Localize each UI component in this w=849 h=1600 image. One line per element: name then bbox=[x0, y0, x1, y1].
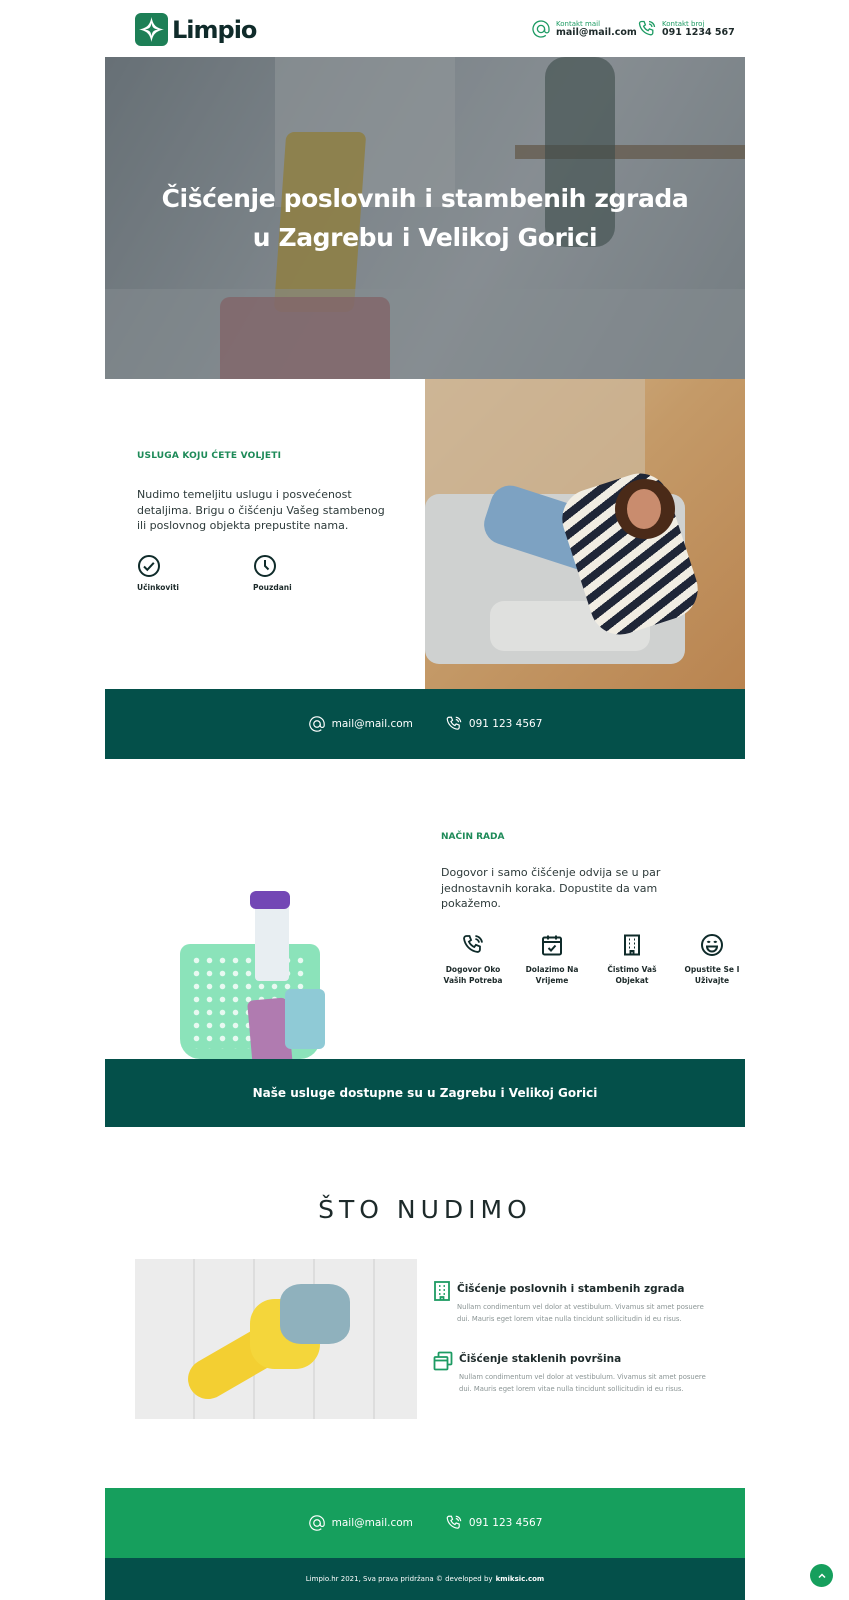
method-eyebrow: NAČIN RADA bbox=[441, 832, 505, 842]
logo[interactable]: Limpio bbox=[135, 13, 257, 46]
feature-efficient-label: Učinkoviti bbox=[137, 583, 180, 592]
hero-title-line1: Čišćenje poslovnih i stambenih zgrada bbox=[161, 184, 689, 213]
step-relax: Opustite Se I Uživajte bbox=[677, 933, 747, 986]
footer-copyright: Limpio.hr 2021, Sva prava pridržana © de… bbox=[305, 1575, 493, 1583]
offer-item-buildings-description: Nullam condimentum vel dolor at vestibul… bbox=[457, 1303, 704, 1323]
hero-title-line2: u Zagrebu i Velikoj Gorici bbox=[252, 223, 598, 252]
step-agreement: Dogovor Oko Vaših Potreba bbox=[438, 933, 508, 986]
windows-icon bbox=[433, 1351, 453, 1371]
check-circle-icon bbox=[137, 554, 161, 578]
phone-ringing-icon bbox=[461, 933, 485, 957]
contact-band-phone[interactable]: 091 123 4567 bbox=[445, 715, 542, 733]
diamond-star-icon bbox=[135, 13, 168, 46]
hero-title: Čišćenje poslovnih i stambenih zgrada u … bbox=[105, 179, 745, 257]
at-icon bbox=[308, 715, 326, 733]
footer-developer-link[interactable]: kmiksic.com bbox=[496, 1575, 545, 1583]
contact-mail-value: mail@mail.com bbox=[556, 26, 637, 38]
method-description: Dogovor i samo čišćenje odvija se u par … bbox=[441, 866, 661, 910]
calendar-check-icon bbox=[540, 933, 564, 957]
phone-ringing-icon bbox=[445, 1514, 463, 1532]
step-agreement-label: Dogovor Oko Vaših Potreba bbox=[444, 964, 503, 986]
step-on-time-line1: Dolazimo Na bbox=[525, 965, 579, 974]
gloved-hand-cleaning-image bbox=[135, 1259, 417, 1419]
header-contact-phone[interactable]: Kontakt broj 091 1234 567 bbox=[637, 19, 735, 39]
scroll-to-top-button[interactable] bbox=[810, 1564, 833, 1587]
step-on-time-label: Dolazimo Na Vrijeme bbox=[526, 964, 579, 986]
step-on-time: Dolazimo Na Vrijeme bbox=[517, 933, 587, 986]
at-icon bbox=[531, 19, 551, 39]
happy-woman-on-sofa-image bbox=[425, 379, 745, 689]
step-agreement-line2: Vaših Potreba bbox=[443, 976, 503, 985]
step-relax-label: Opustite Se I Uživajte bbox=[685, 964, 740, 986]
method-section: NAČIN RADA Dogovor i samo čišćenje odvij… bbox=[105, 759, 745, 1059]
phone-ringing-icon bbox=[445, 715, 463, 733]
at-icon bbox=[308, 1514, 326, 1532]
step-on-time-line2: Vrijeme bbox=[535, 976, 569, 985]
offer-item-glass-title: Čišćenje staklenih površina bbox=[459, 1353, 622, 1365]
image-spray-bottle bbox=[255, 901, 289, 981]
phone-ringing-icon bbox=[637, 19, 657, 39]
contact-band: mail@mail.com 091 123 4567 bbox=[105, 689, 745, 759]
availability-banner-text: Naše usluge dostupne su u Zagrebu i Veli… bbox=[252, 1086, 598, 1100]
availability-banner: Naše usluge dostupne su u Zagrebu i Veli… bbox=[105, 1059, 745, 1127]
image-cloth-blue bbox=[285, 989, 325, 1049]
service-description: Nudimo temeljitu uslugu i posvećenost de… bbox=[137, 488, 385, 532]
building-icon bbox=[620, 933, 644, 957]
feature-reliable-label: Pouzdani bbox=[253, 583, 292, 592]
step-cleaning: Čistimo Vaš Objekat bbox=[597, 933, 667, 986]
step-cleaning-line2: Objekat bbox=[615, 976, 649, 985]
feature-efficient: Učinkoviti bbox=[137, 554, 179, 592]
footer-contact-phone-text: 091 123 4567 bbox=[468, 1517, 543, 1529]
header-contact-mail[interactable]: Kontakt mail mail@mail.com bbox=[531, 19, 637, 39]
offer-item-glass-description: Nullam condimentum vel dolor at vestibul… bbox=[459, 1373, 706, 1393]
page: Limpio Kontakt mail mail@mail.com Kontak… bbox=[0, 0, 849, 1600]
step-cleaning-line1: Čistimo Vaš bbox=[607, 965, 657, 974]
image-spray-trigger bbox=[250, 891, 290, 909]
hero-section: Čišćenje poslovnih i stambenih zgrada u … bbox=[105, 57, 745, 379]
smile-icon bbox=[700, 933, 724, 957]
contact-phone-value: 091 1234 567 bbox=[662, 26, 735, 38]
footer-contact-email-text: mail@mail.com bbox=[331, 1517, 413, 1529]
feature-reliable: Pouzdani bbox=[253, 554, 292, 592]
contact-band-email[interactable]: mail@mail.com bbox=[308, 715, 413, 733]
contact-band-phone-text: 091 123 4567 bbox=[468, 718, 543, 730]
image-face bbox=[627, 489, 661, 529]
offer-title: ŠTO NUDIMO bbox=[318, 1195, 532, 1224]
step-relax-line1: Opustite Se I bbox=[684, 965, 740, 974]
service-eyebrow: USLUGA KOJU ĆETE VOLJETI bbox=[137, 451, 282, 461]
step-agreement-line1: Dogovor Oko bbox=[445, 965, 501, 974]
footer-contact-phone[interactable]: 091 123 4567 bbox=[445, 1514, 542, 1532]
building-icon bbox=[433, 1281, 451, 1301]
step-relax-line2: Uživajte bbox=[694, 976, 730, 985]
step-cleaning-label: Čistimo Vaš Objekat bbox=[607, 964, 656, 986]
chevron-up-icon bbox=[817, 1566, 827, 1585]
site-footer: Limpio.hr 2021, Sva prava pridržana © de… bbox=[105, 1558, 745, 1600]
footer-contact-band: mail@mail.com 091 123 4567 bbox=[105, 1488, 745, 1558]
service-section: USLUGA KOJU ĆETE VOLJETI Nudimo temeljit… bbox=[105, 379, 745, 689]
cleaning-basket-image bbox=[155, 829, 405, 1059]
site-header: Limpio Kontakt mail mail@mail.com Kontak… bbox=[0, 0, 849, 57]
contact-band-email-text: mail@mail.com bbox=[331, 718, 413, 730]
offer-item-buildings-title: Čišćenje poslovnih i stambenih zgrada bbox=[457, 1283, 685, 1295]
image-rag bbox=[280, 1284, 350, 1344]
clock-icon bbox=[253, 554, 277, 578]
footer-contact-email[interactable]: mail@mail.com bbox=[308, 1514, 413, 1532]
logo-text: Limpio bbox=[172, 15, 257, 44]
